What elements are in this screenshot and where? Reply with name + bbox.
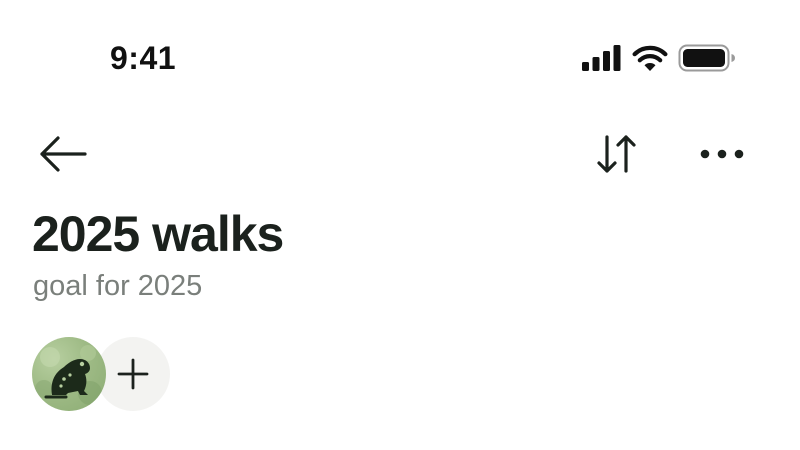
status-time: 9:41: [110, 40, 177, 76]
back-button[interactable]: [38, 134, 88, 174]
page-title: 2025 walks: [32, 206, 284, 262]
more-horizontal-icon: [700, 149, 744, 159]
page-subtitle: goal for 2025: [33, 270, 203, 302]
sort-button[interactable]: [596, 132, 638, 176]
cellular-signal-icon: [582, 45, 621, 71]
add-member-button[interactable]: [96, 337, 170, 411]
members-row: [32, 337, 182, 413]
avatar[interactable]: [32, 337, 106, 411]
arrow-left-icon: [40, 136, 87, 172]
more-button[interactable]: [698, 140, 746, 168]
sort-arrows-icon: [597, 135, 636, 173]
plus-icon: [117, 358, 149, 390]
battery-icon: [678, 44, 735, 72]
wifi-icon: [632, 45, 668, 71]
status-icons: [582, 44, 736, 72]
frog-icon: [35, 345, 102, 405]
screen: 9:41 2025 walks goal for 2025: [0, 0, 800, 450]
